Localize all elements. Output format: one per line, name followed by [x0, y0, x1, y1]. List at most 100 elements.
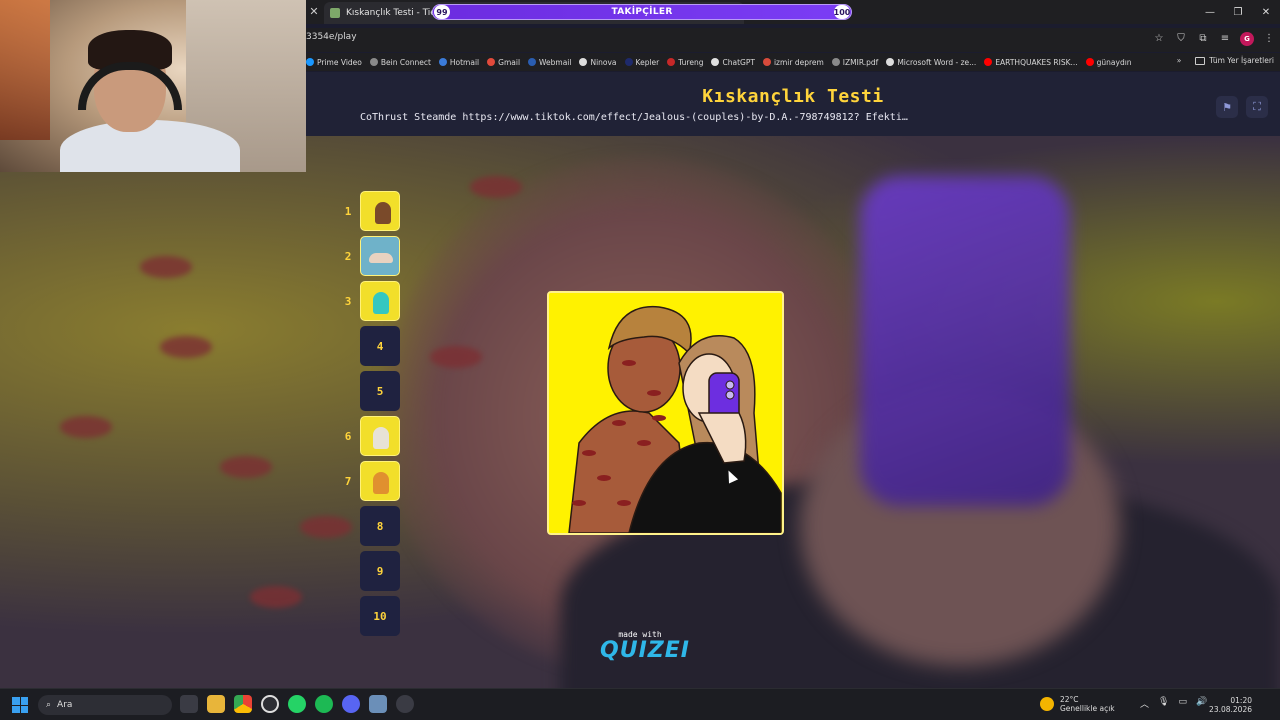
background-lip-mark: [220, 456, 272, 478]
bookmark-item[interactable]: Tureng: [667, 58, 703, 67]
bookmark-item[interactable]: Microsoft Word - ze...: [886, 58, 976, 67]
system-clock[interactable]: 01:20 23.08.2026: [1209, 696, 1252, 714]
globe-icon: [831, 58, 840, 66]
rank-number: 1: [344, 205, 352, 218]
app-icon[interactable]: [369, 695, 387, 713]
profile-avatar[interactable]: G: [1240, 32, 1254, 46]
followers-label: TAKİPÇİLER: [611, 7, 673, 17]
rank-slot-5[interactable]: 5: [360, 371, 400, 411]
rank-slot-2[interactable]: [360, 236, 400, 276]
rank-slot-8[interactable]: 8: [360, 506, 400, 546]
hotmail-icon: [438, 58, 447, 66]
page-title: Kıskançlık Testi: [702, 86, 884, 107]
all-bookmarks-folder[interactable]: Tüm Yer İşaretleri: [1195, 56, 1274, 65]
kepler-icon: [624, 58, 633, 66]
address-bar: 3354e/play ☆ ⛉ ⧉ ≡ G ⋮: [306, 28, 1280, 52]
rank-slot-7[interactable]: [360, 461, 400, 501]
webcam-streamer-shirt: [60, 120, 240, 172]
volume-icon[interactable]: 🔊: [1196, 697, 1207, 710]
chevron-right-icon[interactable]: »: [1177, 56, 1182, 65]
couple-illustration: [549, 293, 782, 533]
menu-kebab-icon[interactable]: ⋮: [1262, 32, 1276, 46]
rank-number: 6: [344, 430, 352, 443]
quizei-logo: QUIZEI: [600, 638, 690, 663]
url-field[interactable]: 3354e/play: [306, 32, 357, 42]
wordpress-icon: [886, 58, 895, 66]
windows-start-button[interactable]: [12, 697, 28, 713]
minimize-icon[interactable]: —: [1196, 0, 1224, 24]
task-view-icon[interactable]: [180, 695, 198, 713]
search-placeholder: Ara: [57, 700, 73, 710]
taskbar-apps: [180, 695, 414, 713]
bookmark-item[interactable]: EARTHQUAKES RISK...: [984, 58, 1078, 67]
rank-slot-6[interactable]: [360, 416, 400, 456]
rank-number: 3: [344, 295, 352, 308]
chevron-up-icon[interactable]: ︿: [1140, 697, 1149, 710]
speedometer-icon[interactable]: [261, 695, 279, 713]
bookmark-item[interactable]: Ninova: [579, 58, 617, 67]
followers-goal-bar: 99 TAKİPÇİLER 100: [432, 4, 852, 20]
chatgpt-icon: [711, 58, 720, 66]
close-tab-icon[interactable]: ✕: [306, 4, 322, 20]
obs-icon[interactable]: [396, 695, 414, 713]
maximize-icon[interactable]: ❐: [1224, 0, 1252, 24]
deprem-icon: [762, 58, 771, 66]
system-tray: ︿ 🎙 ▭ 🔊: [1140, 697, 1207, 710]
bookmark-item[interactable]: izmir deprem: [762, 58, 824, 67]
network-icon[interactable]: ▭: [1178, 697, 1187, 710]
bookmark-item[interactable]: Kepler: [624, 58, 659, 67]
clock-date: 23.08.2026: [1209, 705, 1252, 714]
thumb-figure: [375, 202, 391, 224]
bookmark-item[interactable]: Bein Connect: [369, 58, 431, 67]
windows-taskbar: ⌕ Ara 22°C Genellikle açık ︿ 🎙 ▭ 🔊 01:20…: [0, 688, 1280, 720]
rank-slot-3[interactable]: [360, 281, 400, 321]
file-explorer-icon[interactable]: [207, 695, 225, 713]
question-card[interactable]: [547, 291, 784, 535]
thumb-figure: [373, 427, 389, 449]
rank-slot-9[interactable]: 9: [360, 551, 400, 591]
report-flag-button[interactable]: ⚑: [1216, 96, 1238, 118]
bookmark-star-icon[interactable]: ☆: [1152, 32, 1166, 46]
webmail-icon: [528, 58, 537, 66]
extensions-icon[interactable]: ⧉: [1196, 32, 1210, 46]
background-blur-phone: [860, 176, 1070, 506]
bookmark-item[interactable]: ChatGPT: [711, 58, 755, 67]
microphone-icon[interactable]: 🎙: [1158, 697, 1169, 710]
rank-number: 7: [344, 475, 352, 488]
rank-slot-1[interactable]: [360, 191, 400, 231]
globe-icon: [369, 58, 378, 66]
fullscreen-button[interactable]: ⛶: [1246, 96, 1268, 118]
background-lip-mark: [430, 346, 482, 368]
bookmark-item[interactable]: IZMIR.pdf: [831, 58, 878, 67]
weather-widget[interactable]: 22°C Genellikle açık: [1040, 695, 1115, 713]
prime-video-icon: [306, 58, 314, 66]
rank-slot-4[interactable]: 4: [360, 326, 400, 366]
bookmark-item[interactable]: Prime Video: [306, 58, 362, 67]
background-lip-mark: [250, 586, 302, 608]
rank-slot-10[interactable]: 10: [360, 596, 400, 636]
bookmark-item[interactable]: Hotmail: [438, 58, 479, 67]
media-icon[interactable]: ≡: [1218, 32, 1232, 46]
close-window-icon[interactable]: ✕: [1252, 0, 1280, 24]
ninova-icon: [579, 58, 588, 66]
made-with-footer[interactable]: made with QUIZEI: [600, 630, 690, 663]
shield-icon[interactable]: ⛉: [1174, 32, 1188, 46]
spotify-icon[interactable]: [315, 695, 333, 713]
webcam-overlay: [0, 0, 306, 172]
bookmark-item[interactable]: Gmail: [487, 58, 520, 67]
bookmark-item[interactable]: günaydın: [1085, 58, 1132, 67]
tab-favicon-icon: [330, 8, 340, 18]
youtube-icon: [984, 58, 993, 66]
followers-target: 100: [834, 5, 850, 19]
chrome-icon[interactable]: [234, 695, 252, 713]
bookmark-item[interactable]: Webmail: [528, 58, 571, 67]
background-lip-mark: [470, 176, 522, 198]
fullscreen-icon: ⛶: [1253, 100, 1261, 113]
tureng-icon: [667, 58, 676, 66]
discord-icon[interactable]: [342, 695, 360, 713]
weather-sun-icon: [1040, 697, 1054, 711]
thumb-figure: [373, 472, 389, 494]
whatsapp-icon[interactable]: [288, 695, 306, 713]
taskbar-search[interactable]: ⌕ Ara: [38, 695, 172, 715]
background-lip-mark: [140, 256, 192, 278]
